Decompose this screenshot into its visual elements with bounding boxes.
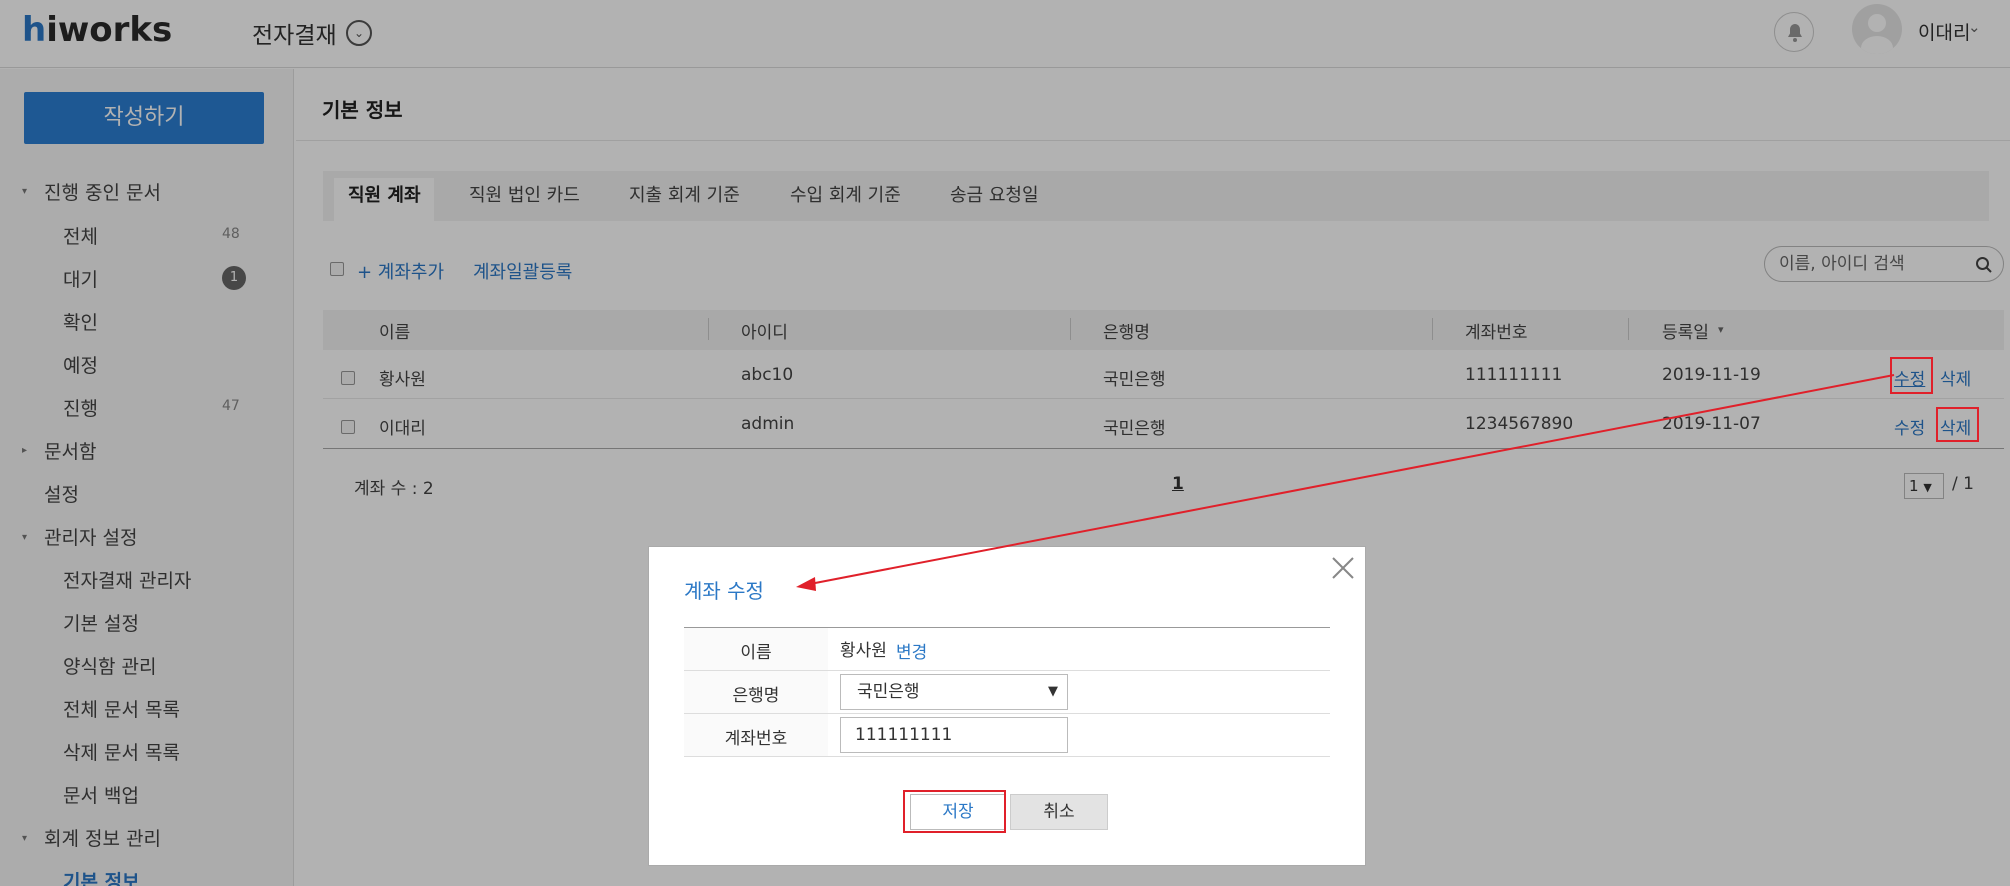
divider — [684, 670, 1330, 671]
cancel-button[interactable]: 취소 — [1010, 794, 1108, 830]
account-number-input[interactable] — [840, 717, 1068, 753]
divider — [684, 713, 1330, 714]
name-value: 황사원 — [840, 641, 887, 661]
bank-label: 은행명 — [732, 686, 780, 706]
divider — [684, 627, 1330, 628]
annotation-box — [1936, 407, 1979, 442]
annotation-box — [1890, 357, 1933, 394]
divider — [684, 756, 1330, 757]
close-icon[interactable] — [1330, 555, 1356, 581]
bank-select[interactable]: 국민은행 — [840, 674, 1068, 710]
dialog-title: 계좌 수정 — [684, 579, 764, 603]
annotation-box — [903, 790, 1006, 833]
account-label: 계좌번호 — [724, 729, 788, 749]
triangle-down-icon[interactable]: ▼ — [1048, 684, 1058, 699]
change-link[interactable]: 변경 — [896, 638, 927, 663]
name-label: 이름 — [740, 643, 772, 663]
